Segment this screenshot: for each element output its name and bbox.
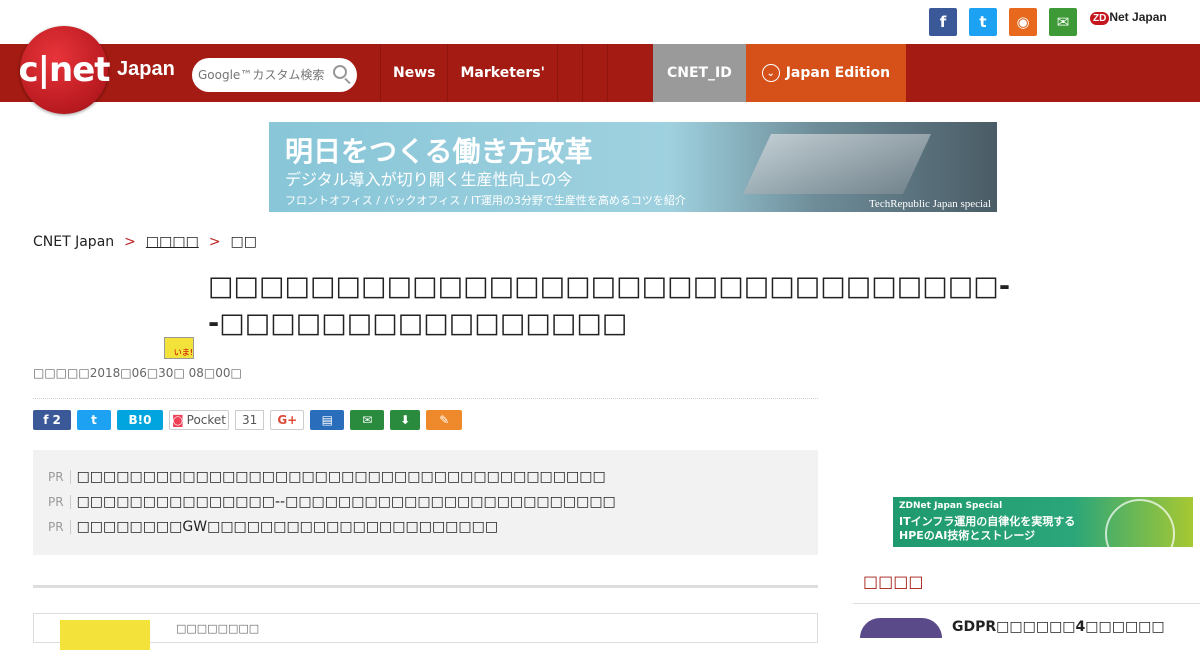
article-date: □□□□□2018□06□30□ 08□00□ [33, 366, 242, 380]
breadcrumb: CNET Japan > □□□□ > □□ [33, 234, 257, 250]
banner-detail: フロントオフィス / バックオフィス / IT運用の3分野で生産性を高めるコツを… [285, 194, 686, 207]
related-card[interactable]: □□□□□□□□ [33, 613, 818, 650]
banner-ad[interactable]: 明日をつくる働き方改革 デジタル導入が切り開く生産性向上の今 フロントオフィス … [269, 122, 997, 212]
search-input[interactable] [198, 65, 328, 85]
search-icon[interactable] [333, 65, 347, 79]
rss-icon[interactable]: ◉ [1009, 8, 1037, 36]
breadcrumb-home[interactable]: CNET Japan [33, 234, 114, 250]
pr-tag: PR [48, 494, 71, 509]
nav-empty-slot[interactable] [556, 44, 582, 102]
sidebar-ad-line: ITインフラ運用の自律化を実現する [899, 515, 1076, 528]
banner-subhead: デジタル導入が切り開く生産性向上の今 [285, 170, 573, 189]
facebook-icon[interactable]: f [929, 8, 957, 36]
pocket-button[interactable]: ◙ Pocket [169, 410, 229, 430]
twitter-icon: t [91, 413, 97, 427]
related-thumbnail[interactable] [60, 620, 150, 650]
sidebar-ad-line: HPEのAI技術とストレージ [899, 529, 1036, 542]
pocket-icon: ◙ [171, 413, 184, 427]
pr-item[interactable]: PR □□□□□□□□□□□□□□□--□□□□□□□□□□□□□□□□□□□□□… [48, 489, 803, 514]
breadcrumb-sep: > [124, 234, 136, 250]
chevron-down-icon: ⌄ [761, 64, 780, 82]
related-label: □□□□□□□□ [176, 622, 260, 635]
pr-item-text[interactable]: □□□□□□□□□□□□□□□□□□□□□□□□□□□□□□□□□□□□□□□□ [77, 469, 606, 485]
mail-icon: ✉ [362, 413, 373, 427]
author-thumbnail[interactable]: いま! [164, 337, 194, 359]
divider [33, 398, 818, 399]
sidebar-item-title[interactable]: GDPR□□□□□□4□□□□□□ [952, 619, 1165, 635]
pr-links-box: PR □□□□□□□□□□□□□□□□□□□□□□□□□□□□□□□□□□□□□□… [33, 450, 818, 555]
pr-item-text[interactable]: □□□□□□□□GW□□□□□□□□□□□□□□□□□□□□□□ [77, 519, 499, 535]
social-bar: f t ◉ ✉ ZD Net Japan [0, 0, 1200, 44]
print-icon: ▤ [321, 413, 333, 427]
mail-icon[interactable]: ✉ [1049, 8, 1077, 36]
save-button[interactable]: ⬇ [390, 410, 421, 430]
ad-decoration [1105, 499, 1175, 547]
pr-item[interactable]: PR □□□□□□□□GW□□□□□□□□□□□□□□□□□□□□□□ [48, 514, 803, 539]
breadcrumb-level1[interactable]: □□□□ [146, 234, 199, 250]
pr-tag: PR [48, 519, 71, 534]
google-plus-button[interactable]: G+ [270, 410, 305, 430]
paperclip-icon: ✎ [439, 413, 450, 427]
edition-label: Japan Edition [785, 65, 891, 81]
nav-empty-slot[interactable] [581, 44, 607, 102]
breadcrumb-level2[interactable]: □□ [231, 234, 257, 250]
logo-japan-text: Japan [117, 58, 175, 80]
email-share-button[interactable]: ✉ [350, 410, 385, 430]
pr-item-text[interactable]: □□□□□□□□□□□□□□□--□□□□□□□□□□□□□□□□□□□□□□□… [77, 494, 616, 510]
clip-button[interactable]: ✎ [426, 410, 463, 430]
pr-item[interactable]: PR □□□□□□□□□□□□□□□□□□□□□□□□□□□□□□□□□□□□□□… [48, 464, 803, 489]
facebook-share-button[interactable]: f2 [33, 410, 71, 430]
cnet-logo[interactable]: c|net [18, 26, 111, 114]
article-title: □□□□□□□□□□□□□□□□□□□□□□□□□□□□□□□--□□□□□□□… [208, 271, 1011, 339]
search-box[interactable] [192, 58, 357, 92]
banner-headline: 明日をつくる働き方改革 [285, 135, 593, 168]
pocket-count: 31 [235, 410, 265, 430]
main-nav: News Marketers' CNET_ID ⌄ Japan Edition [380, 44, 906, 102]
nav-marketers[interactable]: Marketers' [447, 44, 556, 102]
sidebar-ad-kicker: ZDNet Japan Special [899, 501, 1003, 511]
facebook-icon: f [43, 413, 49, 427]
nav-news[interactable]: News [380, 44, 447, 102]
print-button[interactable]: ▤ [310, 410, 345, 430]
hatena-bookmark-button[interactable]: B!0 [117, 410, 163, 430]
banner-sponsor: TechRepublic Japan special [868, 198, 991, 210]
pr-tag: PR [48, 469, 71, 484]
nav-empty-slot[interactable] [606, 44, 632, 102]
laptop-illustration [743, 134, 931, 194]
nav-cnet-id[interactable]: CNET_ID [652, 44, 746, 102]
twitter-icon[interactable]: t [969, 8, 997, 36]
nav-japan-edition[interactable]: ⌄ Japan Edition [745, 44, 906, 102]
sidebar-item-thumbnail[interactable] [860, 618, 942, 638]
sidebar-ad-text: ITインフラ運用の自律化を実現する HPEのAI技術とストレージ [899, 515, 1075, 543]
sidebar-ad[interactable]: ZDNet Japan Special ITインフラ運用の自律化を実現する HP… [893, 497, 1193, 547]
share-bar: f2 t B!0 ◙ Pocket 31 G+ ▤ ✉ ⬇ ✎ [33, 410, 463, 430]
zdnet-japan-link[interactable]: ZD Net Japan [1090, 10, 1167, 25]
breadcrumb-sep: > [208, 234, 221, 250]
sidebar-section-header: □□□□ [853, 562, 1200, 604]
sidebar-section-title: □□□□ [863, 572, 924, 591]
twitter-share-button[interactable]: t [77, 410, 111, 430]
section-divider [33, 585, 818, 588]
download-icon: ⬇ [400, 413, 411, 427]
